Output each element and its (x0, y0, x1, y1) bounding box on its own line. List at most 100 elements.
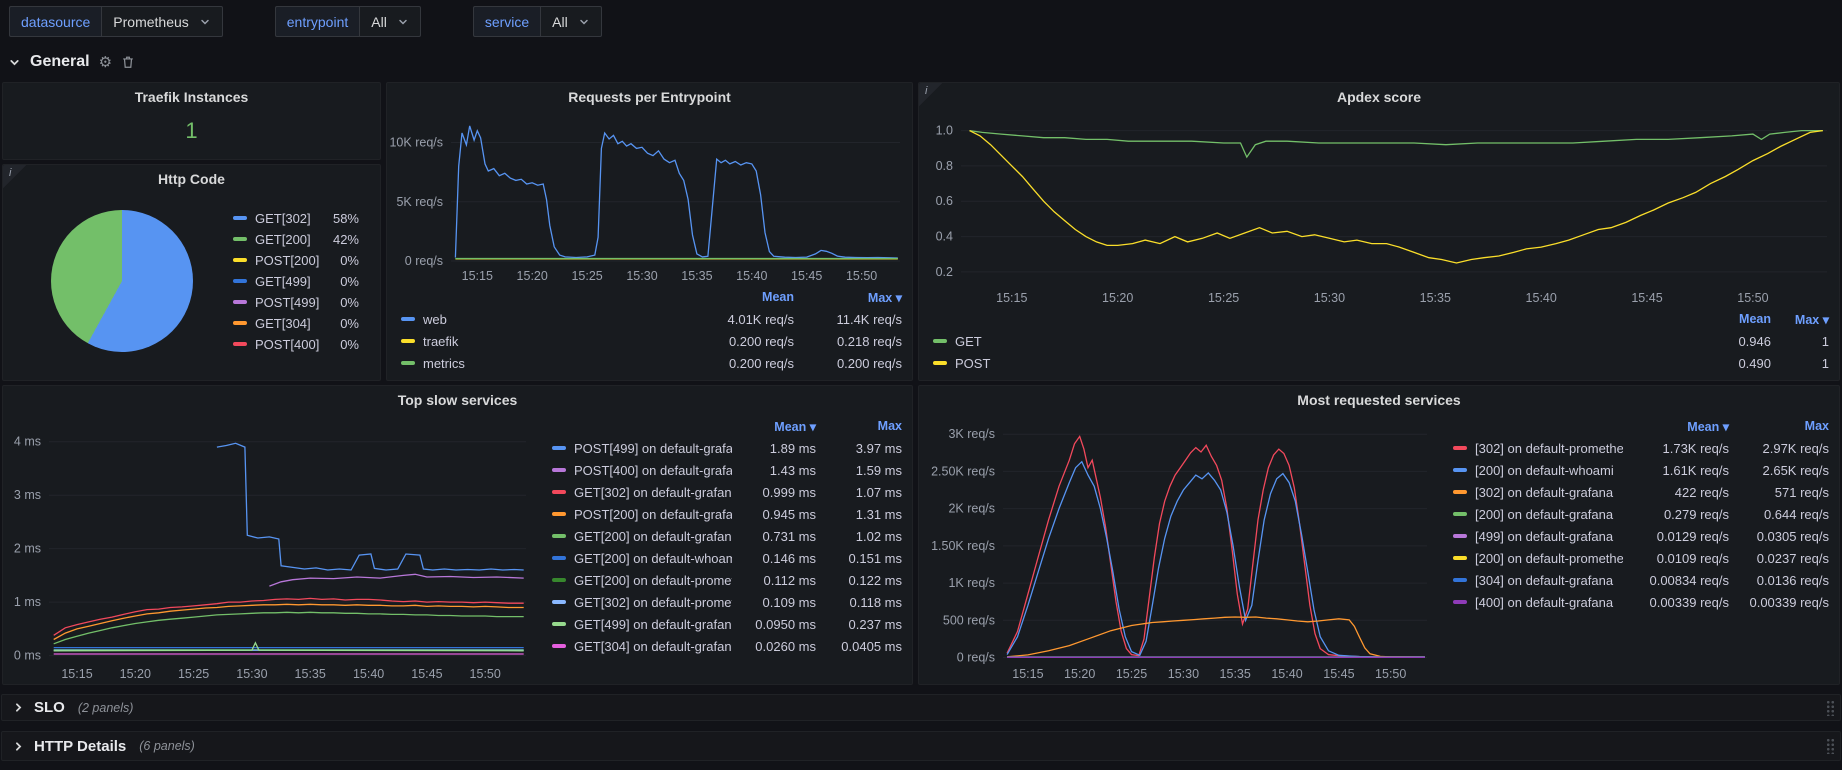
svg-text:15:15: 15:15 (61, 667, 92, 681)
legend-max-header[interactable]: Max ▾ (794, 290, 902, 305)
legend-mean-header[interactable]: Mean (1675, 312, 1771, 326)
legend-mean-header[interactable]: Mean ▾ (732, 419, 816, 434)
panel-title[interactable]: Requests per Entrypoint (387, 83, 912, 110)
legend-max-header[interactable]: Max ▾ (1771, 312, 1829, 327)
legend-max: 0.0136 req/s (1729, 573, 1829, 588)
gear-icon[interactable]: ⚙ (99, 53, 112, 71)
legend-row[interactable]: [499] on default-grafana 0.0129 req/s 0.… (1453, 525, 1829, 547)
row-header-http-details[interactable]: HTTP Details (6 panels) (1, 731, 1841, 761)
svg-text:0.8: 0.8 (936, 159, 953, 173)
legend-row[interactable]: [302] on default-prometheus 1.73K req/s … (1453, 437, 1829, 459)
legend-row[interactable]: [200] on default-prometheus 0.0109 req/s… (1453, 547, 1829, 569)
legend-row[interactable]: POST[499] on default-grafana 1.89 ms 3.9… (552, 437, 902, 459)
legend-row[interactable]: GET[200] on default-grafana 0.731 ms 1.0… (552, 525, 902, 547)
legend-row[interactable]: GET[304] on default-grafana 0.0260 ms 0.… (552, 635, 902, 657)
legend-rows: [302] on default-prometheus 1.73K req/s … (1453, 437, 1829, 613)
legend-label: POST[499] on default-grafana (574, 441, 732, 456)
legend-row[interactable]: GET[499] on default-grafana 0.0950 ms 0.… (552, 613, 902, 635)
row-header-slo[interactable]: SLO (2 panels) (1, 694, 1841, 721)
most-requested-chart[interactable]: 0 req/s500 req/s1K req/s1.50K req/s2K re… (919, 413, 1439, 684)
legend-item[interactable]: POST[200] 0% (233, 250, 359, 271)
svg-text:15:45: 15:45 (1631, 291, 1662, 305)
legend-mean: 0.490 (1675, 356, 1771, 371)
svg-text:15:45: 15:45 (791, 269, 822, 283)
legend-row[interactable]: POST[200] on default-grafana 0.945 ms 1.… (552, 503, 902, 525)
legend-mean: 1.73K req/s (1623, 441, 1729, 456)
legend-row[interactable]: GET[302] on default-grafana 0.999 ms 1.0… (552, 481, 902, 503)
variable-selected-value: All (552, 14, 568, 30)
legend-mean-header[interactable]: Mean ▾ (1623, 419, 1729, 434)
legend-row[interactable]: POST[400] on default-grafana 1.43 ms 1.5… (552, 459, 902, 481)
legend-item[interactable]: GET[499] 0% (233, 271, 359, 292)
chevron-down-icon (578, 16, 590, 28)
requests-legend: Mean Max ▾ web 4.01K req/s 11.4K req/s t… (387, 286, 912, 380)
variable-value-dropdown[interactable]: Prometheus (101, 6, 222, 37)
variable-value-dropdown[interactable]: All (359, 6, 421, 37)
legend-row[interactable]: traefik 0.200 req/s 0.218 req/s (401, 330, 902, 352)
legend-label: GET[304] on default-grafana (574, 639, 732, 654)
legend-swatch (233, 321, 247, 325)
legend-label: POST[400] (255, 337, 323, 352)
legend-row[interactable]: GET[200] on default-prometheus 0.112 ms … (552, 569, 902, 591)
panel-title[interactable]: Http Code (3, 165, 380, 192)
legend-row[interactable]: [200] on default-whoami 1.61K req/s 2.65… (1453, 459, 1829, 481)
row-header-general[interactable]: General ⚙ (8, 50, 135, 74)
panel-title[interactable]: Most requested services (919, 386, 1839, 413)
legend-swatch (552, 622, 566, 626)
legend-swatch (233, 258, 247, 262)
pie-chart[interactable] (51, 210, 193, 352)
legend-row[interactable]: POST 0.490 1 (933, 352, 1829, 374)
svg-text:15:40: 15:40 (1271, 667, 1302, 681)
legend-mean-header[interactable]: Mean (644, 290, 794, 304)
requests-chart[interactable]: 0 req/s5K req/s10K req/s15:1515:2015:251… (387, 110, 912, 286)
legend-max: 1.02 ms (816, 529, 902, 544)
legend-label: [200] on default-grafana (1475, 507, 1613, 522)
info-icon[interactable]: i (3, 165, 27, 189)
variable-selected-value: Prometheus (113, 14, 188, 30)
legend-label: [304] on default-grafana (1475, 573, 1613, 588)
svg-text:0 ms: 0 ms (14, 649, 41, 663)
panel-title[interactable]: Top slow services (3, 386, 912, 413)
legend-header: Mean ▾ Max (1453, 415, 1829, 437)
row-title: General (30, 53, 90, 71)
legend-row[interactable]: GET[302] on default-prometheus 0.109 ms … (552, 591, 902, 613)
legend-label: GET[302] on default-grafana (574, 485, 732, 500)
legend-max-header[interactable]: Max (816, 419, 902, 433)
legend-row[interactable]: [304] on default-grafana 0.00834 req/s 0… (1453, 569, 1829, 591)
legend-row[interactable]: GET[200] on default-whoami 0.146 ms 0.15… (552, 547, 902, 569)
drag-handle[interactable] (1826, 700, 1835, 716)
drag-handle[interactable] (1826, 738, 1835, 754)
legend-item[interactable]: GET[200] 42% (233, 229, 359, 250)
legend-row[interactable]: [400] on default-grafana 0.00339 req/s 0… (1453, 591, 1829, 613)
trash-icon[interactable] (121, 55, 135, 69)
legend-label: POST (955, 356, 990, 371)
legend-row[interactable]: web 4.01K req/s 11.4K req/s (401, 308, 902, 330)
legend-mean: 1.89 ms (732, 441, 816, 456)
legend-row[interactable]: metrics 0.200 req/s 0.200 req/s (401, 352, 902, 374)
svg-text:15:50: 15:50 (846, 269, 877, 283)
legend-item[interactable]: GET[302] 58% (233, 208, 359, 229)
variable-value-dropdown[interactable]: All (540, 6, 602, 37)
legend-max-header[interactable]: Max (1729, 419, 1829, 433)
panel-title[interactable]: Apdex score (919, 83, 1839, 110)
legend-item[interactable]: POST[499] 0% (233, 292, 359, 313)
panel-title[interactable]: Traefik Instances (3, 83, 380, 110)
svg-text:1 ms: 1 ms (14, 595, 41, 609)
legend-row[interactable]: [200] on default-grafana 0.279 req/s 0.6… (1453, 503, 1829, 525)
svg-text:2.50K req/s: 2.50K req/s (931, 464, 995, 478)
top-slow-chart[interactable]: 0 ms1 ms2 ms3 ms4 ms15:1515:2015:2515:30… (3, 413, 538, 684)
legend-row[interactable]: GET 0.946 1 (933, 330, 1829, 352)
legend-mean: 0.146 ms (732, 551, 816, 566)
legend-max: 11.4K req/s (794, 312, 902, 327)
variable-control: datasource Prometheus (9, 6, 223, 37)
legend-label: traefik (423, 334, 458, 349)
legend-value: 0% (323, 253, 359, 268)
legend-row[interactable]: [302] on default-grafana 422 req/s 571 r… (1453, 481, 1829, 503)
legend-value: 58% (323, 211, 359, 226)
legend-item[interactable]: POST[400] 0% (233, 334, 359, 355)
apdex-chart[interactable]: 0.20.40.60.81.015:1515:2015:2515:3015:35… (919, 110, 1839, 308)
legend-item[interactable]: GET[304] 0% (233, 313, 359, 334)
info-icon[interactable]: i (919, 83, 943, 107)
pie-legend: GET[302] 58% GET[200] 42% POST[200] 0% (233, 208, 359, 355)
legend-mean: 0.0129 req/s (1623, 529, 1729, 544)
